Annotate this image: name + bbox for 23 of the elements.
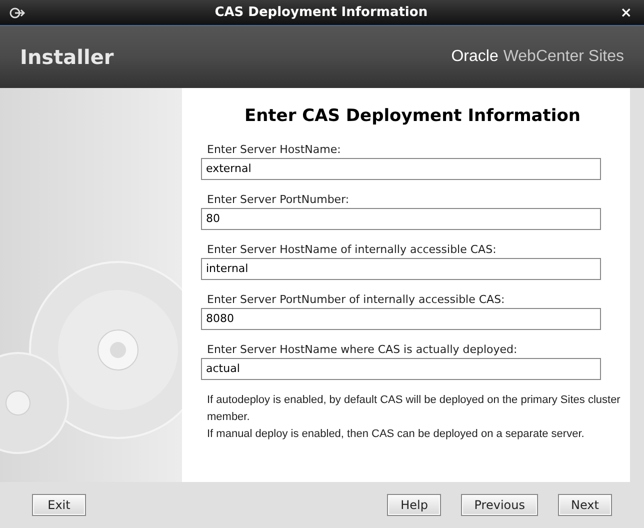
input-field[interactable]: 8080: [201, 308, 601, 330]
field-label: Enter Server HostName where CAS is actually deployed:: [206, 342, 518, 358]
field-label: Enter Server PortNumber:: [206, 192, 350, 208]
field-label: Enter Server PortNumber of internally accessible CAS:: [206, 292, 506, 308]
dialog-button[interactable]: Help: [387, 494, 442, 516]
window-title: CAS Deployment Information: [214, 4, 429, 22]
input-field[interactable]: 80: [201, 208, 601, 230]
dialog-button[interactable]: Next: [558, 494, 612, 516]
product-name: WebCenter Sites: [503, 47, 624, 67]
app-menu-icon[interactable]: [8, 6, 26, 18]
input-field[interactable]: actual: [201, 358, 601, 380]
close-button[interactable]: ×: [616, 6, 636, 20]
dialog-button[interactable]: Exit: [32, 494, 86, 516]
header-title: Installer: [20, 44, 114, 71]
input-field[interactable]: internal: [201, 258, 601, 280]
dialog-button[interactable]: Previous: [461, 494, 538, 516]
field-label: Enter Server HostName:: [206, 142, 342, 158]
field-label: Enter Server HostName of internally accessible CAS:: [206, 242, 498, 258]
input-field[interactable]: external: [201, 158, 601, 180]
brand-name: Oracle: [451, 47, 498, 67]
info-text: If autodeploy is enabled, by default CAS will be deployed on the primary Sites cluster member.: [206, 392, 622, 424]
info-text: If manual deploy is enabled, then CAS can be deployed on a separate server.: [206, 426, 586, 442]
form-heading: Enter CAS Deployment Information: [243, 105, 582, 128]
